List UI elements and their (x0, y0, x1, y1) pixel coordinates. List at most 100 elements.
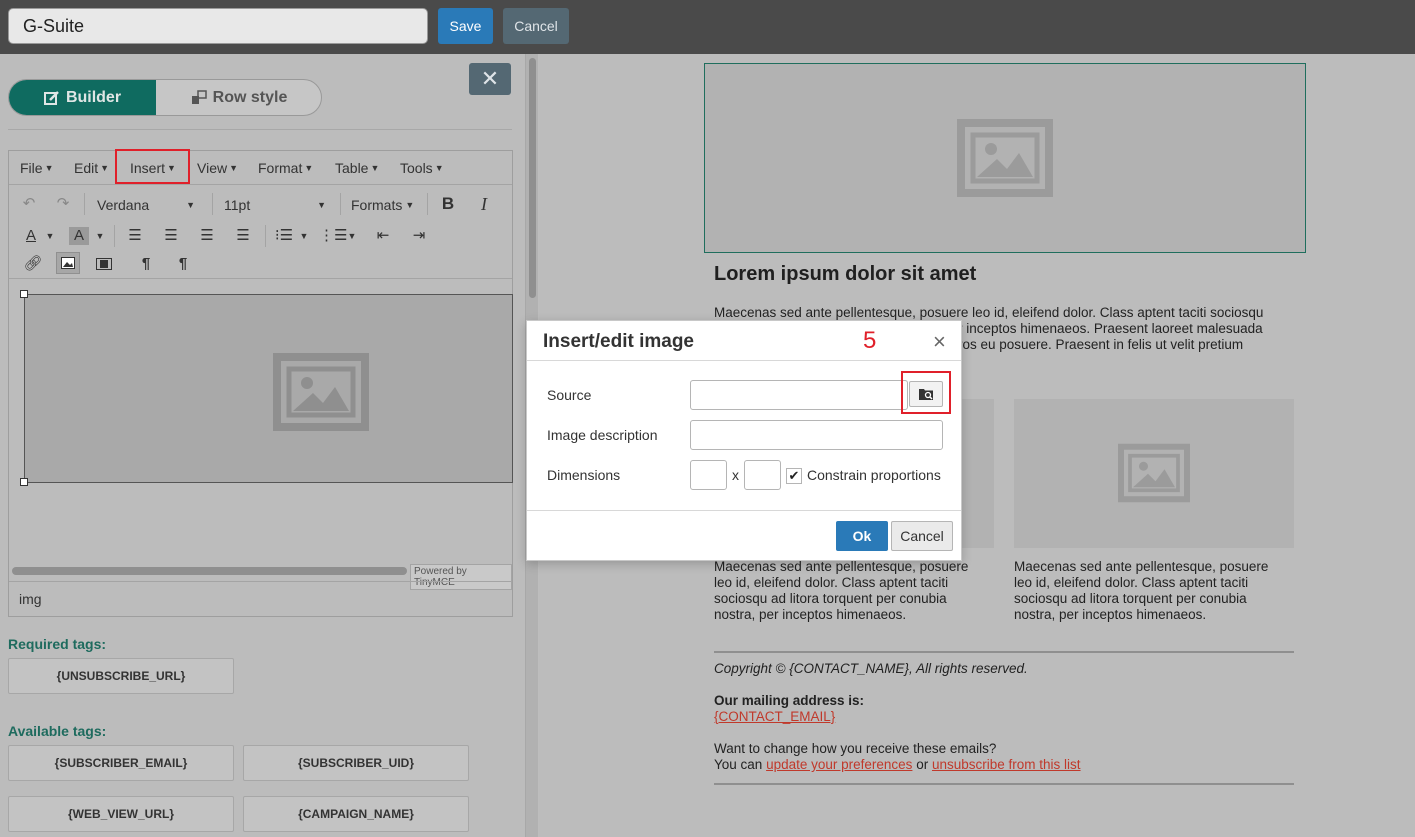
preview-paragraph-line: ros eu posuere. Praesent in felis ut vel… (958, 337, 1244, 352)
align-center-icon[interactable]: ☰ (159, 225, 183, 247)
image-placeholder-icon (957, 119, 1053, 197)
tag-unsubscribe-url[interactable]: {UNSUBSCRIBE_URL} (8, 658, 234, 694)
chevron-down-icon: ▼ (186, 200, 195, 210)
tag-subscriber-uid[interactable]: {SUBSCRIBER_UID} (243, 745, 469, 781)
numbered-list-icon[interactable]: ⋮☰ (319, 225, 347, 247)
source-input[interactable] (690, 380, 908, 410)
you-can-text: You can (714, 757, 763, 772)
menu-tools-label: Tools (400, 160, 433, 176)
tab-row-style-label: Row style (212, 88, 288, 106)
indent-icon[interactable]: ⇥ (407, 225, 431, 247)
mailing-address-label: Our mailing address is: (714, 693, 865, 708)
align-justify-icon[interactable]: ☰ (231, 225, 255, 247)
width-input[interactable] (690, 460, 727, 490)
dialog-cancel-button[interactable]: Cancel (891, 521, 953, 551)
constrain-proportions-checkbox[interactable]: ✔ (786, 468, 802, 484)
resize-handle[interactable] (20, 290, 28, 298)
column-text-line: nostra, per inceptos himenaeos. (1014, 607, 1207, 622)
contact-email-link[interactable]: {CONTACT_EMAIL} (714, 709, 835, 725)
background-color-icon[interactable]: A (69, 227, 89, 245)
image-placeholder-icon (273, 353, 369, 431)
selected-image-placeholder[interactable] (24, 294, 513, 483)
toolbar-separator (114, 225, 115, 247)
menu-format[interactable]: Format ▼ (258, 160, 313, 176)
row-style-icon (191, 89, 207, 104)
tab-row-style[interactable]: Row style (156, 80, 321, 115)
resize-handle[interactable] (20, 478, 28, 486)
constrain-proportions-label: Constrain proportions (807, 467, 941, 483)
redo-icon[interactable]: ↷ (51, 193, 75, 215)
menu-view[interactable]: View ▼ (197, 160, 238, 176)
editor-menubar: File ▼ Edit ▼ Insert ▼ View ▼ Format ▼ Table ▼… (9, 149, 512, 185)
menu-edit[interactable]: Edit ▼ (74, 160, 109, 176)
formats-select[interactable]: Formats ▼ (351, 197, 414, 213)
dialog-header-divider (527, 360, 961, 361)
chevron-down-icon[interactable]: ▼ (43, 225, 57, 247)
bold-icon[interactable]: B (436, 193, 460, 215)
ltr-icon[interactable]: ¶ (134, 253, 158, 275)
source-label: Source (547, 387, 592, 403)
menu-table[interactable]: Table ▼ (335, 160, 379, 176)
font-family-select[interactable]: Verdana ▼ (97, 197, 207, 213)
tag-subscriber-email[interactable]: {SUBSCRIBER_EMAIL} (8, 745, 234, 781)
left-panel-scroll-thumb[interactable] (529, 58, 536, 298)
link-icon[interactable]: 🔗︎ (21, 253, 45, 275)
align-right-icon[interactable]: ☰ (195, 225, 219, 247)
column-image-placeholder[interactable] (1014, 399, 1294, 548)
chevron-down-icon: ▼ (304, 163, 314, 173)
image-placeholder-icon (1118, 443, 1190, 503)
bullet-list-icon[interactable]: ⁝☰ (272, 225, 296, 247)
column-text-line: sociosqu ad litora torquent per conubia (1014, 591, 1247, 606)
menu-file[interactable]: File ▼ (20, 160, 53, 176)
close-panel-button[interactable]: ✕ (469, 63, 511, 95)
cancel-button[interactable]: Cancel (503, 8, 569, 44)
menu-table-label: Table (335, 160, 369, 176)
image-icon[interactable] (56, 252, 80, 274)
update-preferences-link[interactable]: update your preferences (766, 757, 912, 772)
font-size-select[interactable]: 11pt ▼ (224, 197, 334, 213)
copyright-text: Copyright © {CONTACT_NAME}, All rights r… (714, 661, 1028, 676)
column-text-line: Maecenas sed ante pellentesque, posuere (714, 559, 969, 574)
hero-image-placeholder[interactable] (704, 63, 1306, 253)
toolbar-separator (84, 193, 85, 215)
media-icon[interactable] (92, 253, 116, 275)
save-button[interactable]: Save (438, 8, 493, 44)
align-left-icon[interactable]: ☰ (123, 225, 147, 247)
column-text-line: leo id, eleifend dolor. Class aptent tac… (714, 575, 949, 590)
editor-content-area[interactable] (9, 279, 513, 565)
column-text-line: leo id, eleifend dolor. Class aptent tac… (1014, 575, 1249, 590)
chevron-down-icon[interactable]: ▼ (345, 225, 359, 247)
campaign-title-input[interactable]: G-Suite (8, 8, 428, 44)
outdent-icon[interactable]: ⇤ (371, 225, 395, 247)
toolbar-separator (265, 225, 266, 247)
step-marker: 5 (863, 327, 877, 354)
rtl-icon[interactable]: ¶ (171, 253, 195, 275)
image-description-input[interactable] (690, 420, 943, 450)
editor-horizontal-scrollbar[interactable] (12, 567, 407, 575)
tab-builder[interactable]: Builder (9, 80, 156, 115)
tag-campaign-name[interactable]: {CAMPAIGN_NAME} (243, 796, 469, 832)
italic-icon[interactable]: I (472, 193, 496, 215)
browse-highlight (901, 371, 951, 414)
text-color-icon[interactable]: A (19, 225, 43, 247)
chevron-down-icon: ▼ (405, 200, 415, 210)
unsubscribe-link[interactable]: unsubscribe from this list (932, 757, 1081, 772)
ok-button[interactable]: Ok (836, 521, 888, 551)
change-preferences-text: Want to change how you receive these ema… (714, 741, 997, 756)
menu-edit-label: Edit (74, 160, 99, 176)
rich-text-editor: File ▼ Edit ▼ Insert ▼ View ▼ Format ▼ Table ▼… (8, 149, 513, 617)
menu-view-label: View (197, 160, 228, 176)
tag-web-view-url[interactable]: {WEB_VIEW_URL} (8, 796, 234, 832)
element-path[interactable]: img (19, 591, 42, 607)
menu-tools[interactable]: Tools ▼ (400, 160, 444, 176)
insert-highlight (115, 149, 190, 184)
preferences-line: You can update your preferences or unsub… (714, 757, 1081, 773)
chevron-down-icon[interactable]: ▼ (297, 225, 311, 247)
dimensions-label: Dimensions (547, 467, 621, 483)
undo-icon[interactable]: ↶ (17, 193, 41, 215)
height-input[interactable] (744, 460, 781, 490)
dialog-close-icon[interactable]: × (933, 329, 946, 355)
dialog-footer-divider (527, 510, 961, 511)
chevron-down-icon[interactable]: ▼ (93, 225, 107, 247)
chevron-down-icon: ▼ (370, 163, 380, 173)
